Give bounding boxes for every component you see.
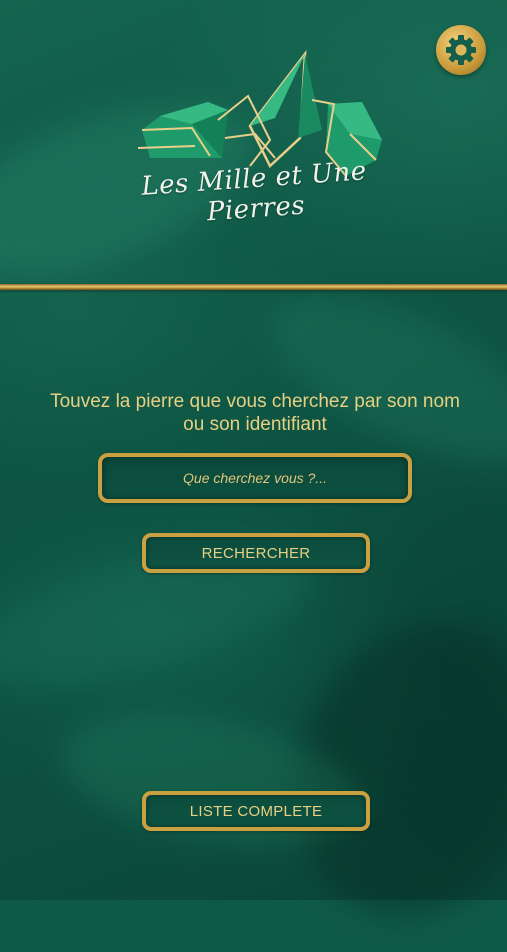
gold-divider: [0, 284, 507, 290]
search-instructions: Touvez la pierre que vous cherchez par s…: [50, 391, 460, 435]
settings-button[interactable]: [436, 25, 486, 75]
full-list-button[interactable]: LISTE COMPLETE: [142, 791, 370, 831]
search-input[interactable]: [102, 456, 408, 500]
gear-icon: [446, 35, 476, 65]
search-button[interactable]: RECHERCHER: [142, 533, 370, 573]
search-field[interactable]: [98, 453, 412, 503]
